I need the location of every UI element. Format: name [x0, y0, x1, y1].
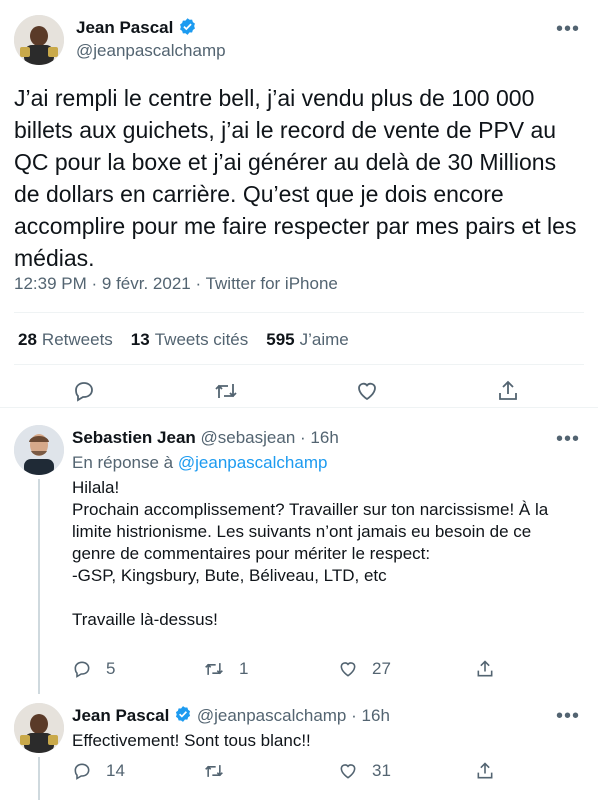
reply-header: Sebastien Jean @sebasjean · 16h: [72, 428, 339, 448]
tweet-time[interactable]: 16h: [362, 706, 390, 725]
share-icon: [477, 762, 493, 779]
main-tweet: Jean Pascal @jeanpascalchamp ••• J’ai re…: [0, 0, 598, 408]
reply-tweet[interactable]: Jean Pascal @jeanpascalchamp · 16h ••• E…: [0, 694, 598, 800]
reply-header: Jean Pascal @jeanpascalchamp · 16h: [72, 705, 390, 728]
quotes-label: Tweets cités: [154, 330, 249, 349]
author-handle[interactable]: @sebasjean: [201, 428, 296, 447]
author-name[interactable]: Jean Pascal: [76, 18, 173, 37]
replying-to: En réponse à @jeanpascalchamp: [72, 453, 327, 473]
likes-stat[interactable]: 595 J’aime: [266, 330, 349, 350]
tweet-source[interactable]: Twitter for iPhone: [206, 274, 338, 293]
reply-icon: [75, 382, 93, 402]
author-name[interactable]: Jean Pascal: [72, 706, 169, 725]
retweet-button[interactable]: 1: [203, 659, 248, 679]
reply-count: 14: [106, 761, 125, 780]
like-button[interactable]: 31: [338, 761, 391, 781]
more-icon[interactable]: •••: [556, 429, 580, 449]
tweet-time[interactable]: 12:39 PM: [14, 274, 87, 293]
meta-separator: ·: [351, 705, 357, 725]
replying-to-label: En réponse à: [72, 453, 174, 472]
share-icon: [477, 660, 493, 677]
retweets-stat[interactable]: 28 Retweets: [18, 330, 113, 350]
thread-line: [38, 757, 40, 800]
share-button[interactable]: [475, 659, 495, 679]
retweet-icon: [205, 663, 223, 675]
retweets-count: 28: [18, 330, 37, 349]
avatar[interactable]: [14, 703, 64, 753]
reply-count: 5: [106, 659, 116, 678]
verified-badge-icon: [178, 17, 197, 41]
like-icon: [340, 662, 356, 677]
divider: [14, 312, 584, 313]
reply-button[interactable]: 14: [72, 761, 125, 781]
retweet-button[interactable]: [203, 761, 239, 781]
likes-label: J’aime: [299, 330, 349, 349]
share-icon: [499, 380, 517, 400]
share-button[interactable]: [475, 761, 495, 781]
quotes-count: 13: [130, 330, 150, 349]
verified-badge-icon: [174, 705, 192, 728]
tweet-text: Effectivement! Sont tous blanc!!: [72, 731, 311, 750]
author-handle[interactable]: @jeanpascalchamp: [197, 706, 347, 725]
meta-separator: ·: [300, 428, 306, 447]
tweet-text: J’ai rempli le centre bell, j’ai vendu p…: [14, 85, 583, 271]
reply-button[interactable]: 5: [72, 659, 115, 679]
tweet-meta: 12:39 PM · 9 févr. 2021 · Twitter for iP…: [14, 274, 338, 294]
like-count: 31: [372, 761, 391, 780]
tweet-text: Hilala! Prochain accomplissement? Travai…: [72, 478, 549, 629]
divider: [14, 364, 584, 365]
thread-line: [38, 479, 40, 694]
avatar[interactable]: [14, 15, 64, 65]
like-icon: [358, 382, 376, 401]
tweet-time[interactable]: 16h: [310, 428, 338, 447]
like-button[interactable]: [355, 379, 379, 403]
like-icon: [340, 764, 356, 779]
tweet-stats: 28 Retweets 13 Tweets cités 595 J’aime: [18, 330, 349, 350]
retweet-count: 1: [239, 659, 249, 678]
more-icon[interactable]: •••: [556, 19, 580, 39]
quotes-stat[interactable]: 13 Tweets cités: [131, 330, 248, 350]
reply-tweet[interactable]: Sebastien Jean @sebasjean · 16h ••• En r…: [0, 409, 598, 694]
retweet-button[interactable]: [213, 379, 239, 403]
likes-count: 595: [266, 330, 295, 349]
like-button[interactable]: 27: [338, 659, 391, 679]
avatar[interactable]: [14, 425, 64, 475]
replying-to-link[interactable]: @jeanpascalchamp: [178, 453, 328, 472]
reply-icon: [74, 763, 90, 780]
like-count: 27: [372, 659, 391, 678]
retweets-label: Retweets: [41, 330, 113, 349]
author-name[interactable]: Sebastien Jean: [72, 428, 196, 447]
retweet-icon: [215, 384, 237, 398]
retweet-icon: [205, 765, 223, 777]
author-handle[interactable]: @jeanpascalchamp: [76, 41, 226, 61]
share-button[interactable]: [496, 379, 520, 403]
more-icon[interactable]: •••: [556, 706, 580, 726]
reply-icon: [74, 661, 90, 678]
meta-separator: ·: [195, 274, 202, 293]
meta-separator: ·: [91, 274, 98, 293]
reply-button[interactable]: [72, 379, 96, 403]
tweet-date[interactable]: 9 févr. 2021: [102, 274, 191, 293]
